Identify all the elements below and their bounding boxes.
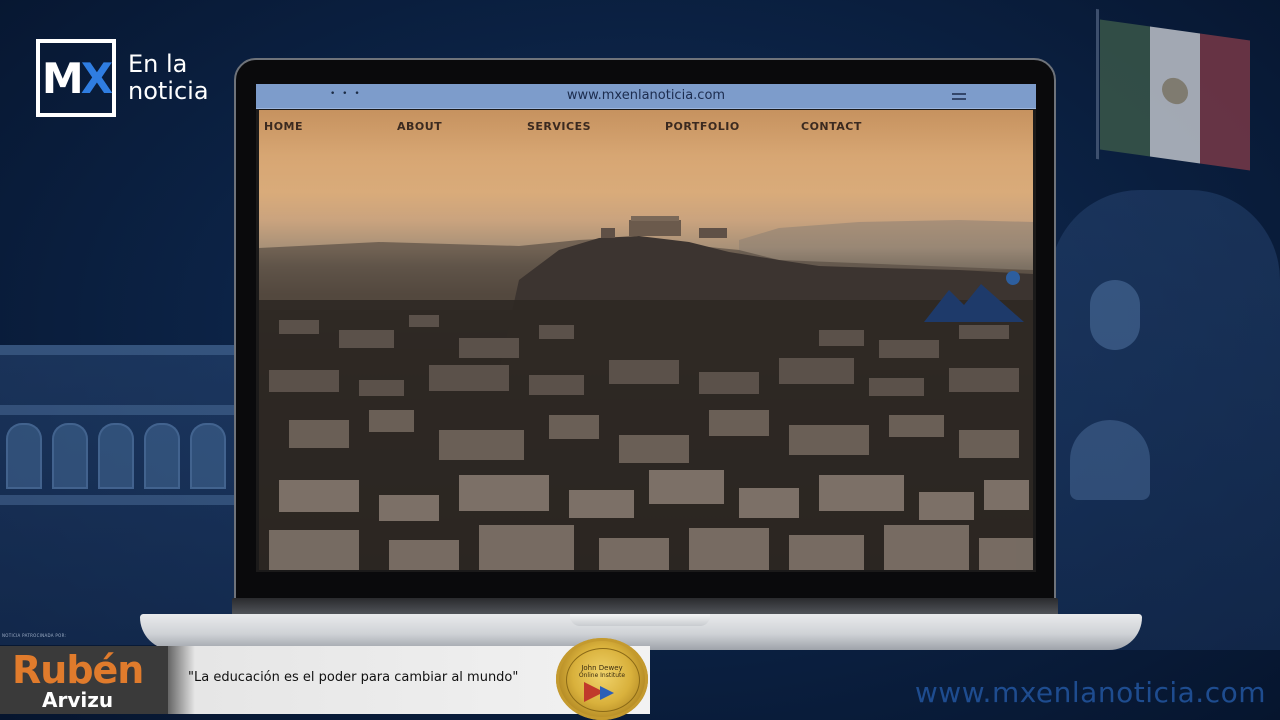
logo-mark-x: X bbox=[80, 53, 113, 103]
arch bbox=[52, 423, 88, 489]
sponsor-tag: NOTICIA PATROCINADA POR: bbox=[2, 633, 67, 638]
arch bbox=[6, 423, 42, 489]
browser-address-bar[interactable]: • • • www.mxenlanoticia.com bbox=[256, 84, 1036, 109]
mexico-flag-icon bbox=[1096, 8, 1250, 171]
laptop-screen: • • • www.mxenlanoticia.com HOME ABOUT S… bbox=[256, 84, 1036, 572]
sponsor-last-name: Arvizu bbox=[42, 688, 114, 712]
logo-mark-m: M bbox=[41, 53, 84, 103]
arch bbox=[98, 423, 134, 489]
logo-text: En la noticia bbox=[128, 51, 209, 105]
background-building-right bbox=[1050, 190, 1280, 650]
brand-logo: MX En la noticia bbox=[36, 39, 209, 117]
institute-seal: John Dewey Online Institute bbox=[556, 638, 648, 720]
cityscape-illustration bbox=[259, 216, 1033, 570]
sponsor-banner: Rubén Arvizu "La educación es el poder p… bbox=[0, 646, 650, 714]
logo-mark: MX bbox=[36, 39, 116, 117]
nav-portfolio[interactable]: PORTFOLIO bbox=[665, 120, 740, 133]
hero-image: HOME ABOUT SERVICES PORTFOLIO CONTACT bbox=[259, 110, 1033, 570]
sponsor-first-name: Rubén bbox=[12, 648, 144, 692]
arch bbox=[190, 423, 226, 489]
play-icon-secondary bbox=[600, 686, 614, 700]
footer-url[interactable]: www.mxenlanoticia.com bbox=[915, 676, 1266, 709]
browser-url[interactable]: www.mxenlanoticia.com bbox=[256, 88, 1036, 103]
logo-line2: noticia bbox=[128, 77, 209, 105]
nav-about[interactable]: ABOUT bbox=[397, 120, 442, 133]
sponsor-quote: "La educación es el poder para cambiar a… bbox=[188, 670, 519, 685]
logo-line1: En la bbox=[128, 50, 188, 78]
background-building-left bbox=[0, 345, 235, 645]
hamburger-menu-icon[interactable] bbox=[952, 93, 966, 100]
bell-icon bbox=[1070, 420, 1150, 500]
seal-line1: John Dewey bbox=[581, 664, 623, 672]
nav-services[interactable]: SERVICES bbox=[527, 120, 591, 133]
laptop-notch bbox=[570, 614, 710, 626]
nav-contact[interactable]: CONTACT bbox=[801, 120, 862, 133]
sponsor-name-block: Rubén Arvizu bbox=[0, 646, 168, 714]
arch bbox=[144, 423, 180, 489]
nav-home[interactable]: HOME bbox=[264, 120, 303, 133]
seal-line2: Online Institute bbox=[578, 672, 626, 679]
